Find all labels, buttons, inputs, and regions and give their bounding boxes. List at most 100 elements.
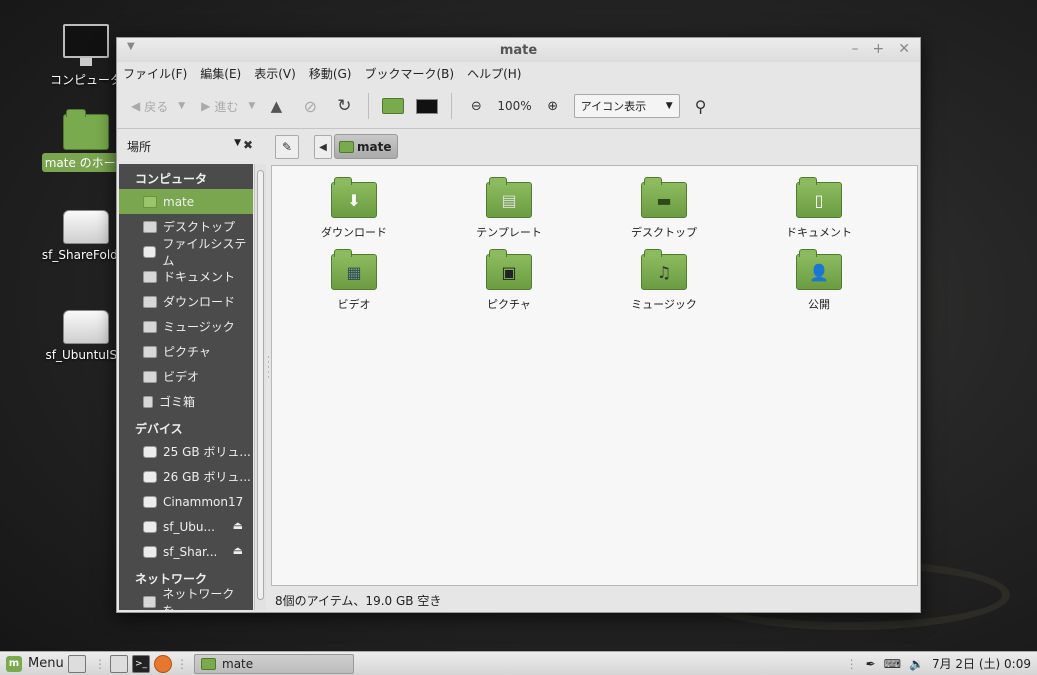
location-bar: 場所 ▼ ✖ ✎ ◀ mate (117, 128, 920, 166)
sidebar-item-downloads[interactable]: ダウンロード (119, 289, 253, 314)
menu-view[interactable]: 表示(V) (254, 65, 296, 82)
start-menu-button[interactable]: m Menu (0, 655, 68, 672)
file-item-label: ドキュメント (786, 226, 852, 239)
picture-icon: ▣ (486, 249, 532, 290)
file-item-documents[interactable]: ▯ ドキュメント (764, 177, 874, 240)
file-item-public[interactable]: 👤 公開 (764, 249, 874, 312)
launcher-separator: ⋮ (176, 656, 188, 671)
chevron-left-icon: ◀ (319, 141, 327, 153)
file-view: ⬇ ダウンロード ▤ テンプレート ▬ デスクトップ ▯ ドキュメント ▦ ビデ… (271, 165, 918, 586)
sidebar-item-label: ゴミ箱 (159, 395, 196, 409)
folder-icon (143, 320, 157, 333)
sidebar-item-sf-ubuntu[interactable]: sf_Ubu... ⏏ (119, 514, 253, 539)
breadcrumb-left-button[interactable]: ◀ (314, 135, 332, 159)
menu-bookmarks[interactable]: ブックマーク(B) (364, 65, 454, 82)
firefox-launcher-icon[interactable] (154, 654, 172, 673)
sidebar-item-trash[interactable]: ゴミ箱 (119, 389, 253, 414)
folder-icon (143, 270, 157, 283)
file-item-label: テンプレート (476, 226, 542, 239)
back-button[interactable]: ◀ 戻る ▼ (131, 98, 185, 115)
forward-button[interactable]: ▶ 進む ▼ (201, 98, 255, 115)
drive-icon (143, 470, 157, 483)
sidebar-item-sf-share[interactable]: sf_Shar... ⏏ (119, 539, 253, 564)
breadcrumb[interactable]: mate (334, 134, 399, 159)
sidebar-item-pictures[interactable]: ピクチャ (119, 339, 253, 364)
file-item-label: 公開 (808, 298, 830, 311)
close-sidebar-icon[interactable]: ✖ (243, 138, 253, 152)
breadcrumb-label: mate (357, 139, 392, 154)
title-bar[interactable]: ▼ mate – + ✕ (117, 38, 920, 62)
file-item-pictures[interactable]: ▣ ピクチャ (454, 249, 564, 312)
file-item-music[interactable]: ♫ ミュージック (609, 249, 719, 312)
close-icon[interactable]: ✕ (898, 41, 910, 57)
reload-button[interactable]: ↻ (331, 93, 357, 119)
file-item-label: デスクトップ (631, 226, 697, 239)
sidebar-item-videos[interactable]: ビデオ (119, 364, 253, 389)
home-folder-icon (63, 109, 109, 150)
template-icon: ▤ (486, 177, 532, 218)
maximize-icon[interactable]: + (873, 41, 885, 57)
sidebar-item-filesystem[interactable]: ファイルシステム (119, 237, 253, 268)
eject-icon[interactable]: ⏏ (233, 519, 243, 532)
sidebar-item-mate[interactable]: mate (119, 189, 253, 214)
view-mode-select[interactable]: アイコン表示 ▼ (573, 94, 680, 118)
eject-icon[interactable]: ⏏ (233, 544, 243, 557)
reload-icon: ↻ (337, 96, 352, 116)
public-icon: 👤 (796, 249, 842, 290)
chevron-down-icon[interactable]: ▼ (248, 101, 255, 111)
stop-icon: ⊘ (303, 96, 318, 116)
scrollbar-thumb[interactable] (257, 170, 264, 600)
volume-icon[interactable]: 🔉 (909, 657, 924, 671)
zoom-out-button[interactable]: ⊖ (463, 93, 489, 119)
keyboard-icon[interactable]: ⌨ (884, 657, 901, 671)
menu-edit[interactable]: 編集(E) (200, 65, 241, 82)
sidebar-item-volume-25gb[interactable]: 25 GB ボリュ... (119, 439, 253, 464)
clock[interactable]: 7月 2日 (土) 0:09 (932, 655, 1031, 672)
terminal-launcher-icon[interactable]: >_ (132, 654, 150, 673)
toolbar: ◀ 戻る ▼ ▶ 進む ▼ ▲ ⊘ ↻ ⊖ 100% ⊕ アイコン表示 ▼ ⚲ (117, 84, 920, 128)
sidebar-item-network[interactable]: ネットワークを... (119, 587, 253, 610)
window-title: mate (499, 43, 538, 58)
search-button[interactable]: ⚲ (688, 93, 714, 119)
file-item-label: ダウンロード (321, 226, 387, 239)
stop-button[interactable]: ⊘ (297, 93, 323, 119)
minimize-icon[interactable]: – (852, 41, 859, 57)
zoom-level: 100% (497, 99, 532, 113)
menu-file[interactable]: ファイル(F) (123, 65, 187, 82)
music-icon: ♫ (641, 249, 687, 290)
status-bar: 8個のアイテム、19.0 GB 空き (275, 594, 442, 608)
desktop-icon: ▬ (641, 177, 687, 218)
edit-location-button[interactable]: ✎ (275, 135, 299, 159)
sidebar-header-devices: デバイス (135, 422, 183, 436)
sidebar-item-music[interactable]: ミュージック (119, 314, 253, 339)
network-icon[interactable]: ✒ (866, 657, 876, 671)
pane-resize-handle[interactable]: · · · · · (267, 354, 270, 383)
drive-icon (63, 210, 109, 244)
up-button[interactable]: ▲ (263, 93, 289, 119)
files-launcher-icon[interactable] (110, 654, 128, 673)
file-item-downloads[interactable]: ⬇ ダウンロード (299, 177, 409, 240)
sidebar-item-label: mate (163, 194, 195, 209)
computer-button[interactable] (414, 93, 440, 119)
menu-help[interactable]: ヘルプ(H) (467, 65, 521, 82)
taskbar-window-mate[interactable]: mate (194, 653, 354, 674)
home-button[interactable] (380, 93, 406, 119)
menu-label: Menu (28, 656, 64, 671)
sidebar-item-label: sf_Shar... (163, 544, 218, 559)
chevron-down-icon[interactable]: ▼ (178, 101, 185, 111)
trash-icon (143, 395, 153, 408)
sidebar-item-volume-26gb[interactable]: 26 GB ボリュ... (119, 464, 253, 489)
file-item-templates[interactable]: ▤ テンプレート (454, 177, 564, 240)
sidebar-scrollbar[interactable] (254, 164, 266, 610)
menu-go[interactable]: 移動(G) (309, 65, 352, 82)
computer-icon (416, 98, 439, 114)
show-desktop-icon[interactable] (68, 654, 86, 673)
back-label: 戻る (144, 99, 169, 114)
file-item-videos[interactable]: ▦ ビデオ (299, 249, 409, 312)
file-item-desktop[interactable]: ▬ デスクトップ (609, 177, 719, 240)
zoom-in-button[interactable]: ⊕ (540, 93, 566, 119)
sidebar-item-label: ビデオ (163, 370, 200, 384)
file-item-label: ビデオ (337, 298, 371, 311)
sidebar-item-documents[interactable]: ドキュメント (119, 264, 253, 289)
sidebar-item-cinammon17[interactable]: Cinammon17 (119, 489, 253, 514)
